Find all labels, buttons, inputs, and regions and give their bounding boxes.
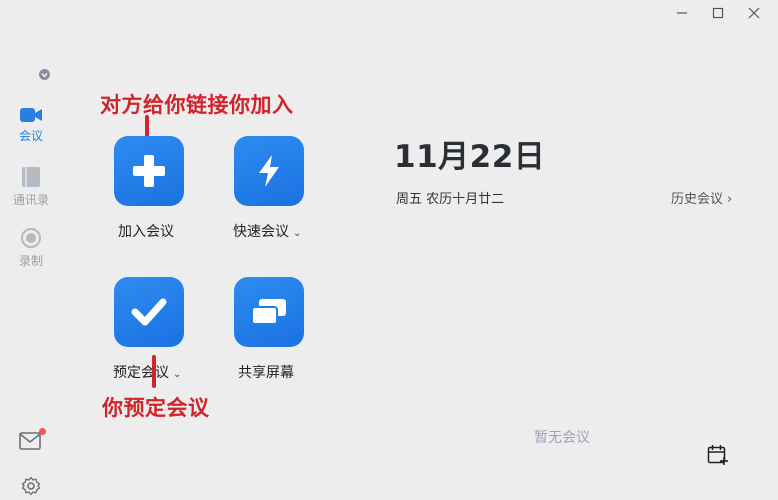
mail-button[interactable] <box>19 432 41 454</box>
quick-meeting-button[interactable] <box>234 136 304 206</box>
minimize-button[interactable] <box>664 3 700 23</box>
sidebar-item-label: 通讯录 <box>12 193 49 207</box>
share-screen-icon <box>251 299 286 325</box>
window-controls <box>664 3 772 23</box>
annotation-pointer-line <box>152 355 156 388</box>
annotation-join-hint: 对方给你链接你加入 <box>100 93 294 117</box>
weekday-lunar-date: 周五 农历十月廿二 <box>396 192 505 207</box>
sidebar-item-meetings[interactable]: 会议 <box>0 107 62 144</box>
sidebar-item-recording[interactable]: 录制 <box>0 228 62 269</box>
schedule-meeting-label[interactable]: 预定会议 ⌄ <box>113 362 181 382</box>
calendar-add-icon <box>707 445 728 465</box>
sidebar: 会议 通讯录 录制 <box>0 0 62 500</box>
share-screen-button[interactable] <box>234 277 304 347</box>
chevron-down-icon: ⌄ <box>293 228 302 239</box>
chevron-down-icon <box>41 72 48 78</box>
close-button[interactable] <box>736 3 772 23</box>
check-icon <box>131 298 167 326</box>
sidebar-item-label: 会议 <box>18 129 43 143</box>
schedule-meeting-button[interactable] <box>114 277 184 347</box>
video-camera-icon <box>20 108 42 122</box>
maximize-icon <box>712 7 724 19</box>
chevron-right-icon: › <box>727 192 733 207</box>
sidebar-item-label: 录制 <box>18 254 43 268</box>
gear-icon <box>21 476 41 496</box>
history-meetings-label: 历史会议 <box>671 192 724 207</box>
avatar-status-badge[interactable] <box>39 69 50 80</box>
no-meetings-text: 暂无会议 <box>534 430 590 446</box>
add-schedule-button[interactable] <box>707 444 729 466</box>
close-icon <box>748 7 760 19</box>
contacts-book-icon <box>22 167 40 187</box>
settings-button[interactable] <box>21 476 41 500</box>
lightning-icon <box>259 155 279 187</box>
history-meetings-link[interactable]: 历史会议 › <box>671 188 732 207</box>
share-screen-label: 共享屏幕 <box>238 365 294 381</box>
quick-meeting-label[interactable]: 快速会议 ⌄ <box>233 221 301 241</box>
maximize-button[interactable] <box>700 3 736 23</box>
annotation-schedule-hint: 你预定会议 <box>102 396 210 420</box>
plus-icon <box>133 155 165 187</box>
chevron-down-icon: ⌄ <box>173 369 182 380</box>
join-meeting-label: 加入会议 <box>118 224 174 240</box>
record-icon <box>21 228 41 248</box>
minimize-icon <box>677 12 687 14</box>
today-date: 11月22日 <box>394 139 546 175</box>
mail-icon <box>19 432 41 450</box>
sidebar-item-contacts[interactable]: 通讯录 <box>0 167 62 208</box>
notification-dot <box>39 428 46 435</box>
join-meeting-button[interactable] <box>114 136 184 206</box>
